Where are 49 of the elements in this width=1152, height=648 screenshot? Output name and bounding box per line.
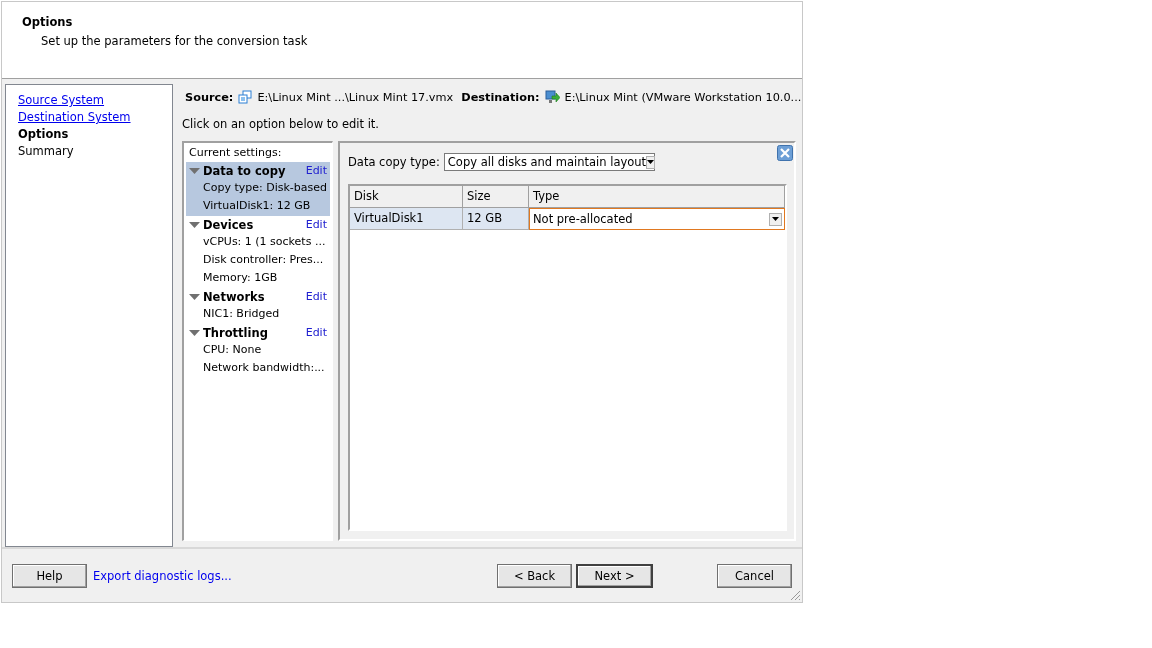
- page-subtitle: Set up the parameters for the conversion task: [40, 34, 309, 48]
- source-label: Source:: [185, 90, 234, 104]
- column-header[interactable]: Disk: [350, 186, 463, 208]
- edit-link[interactable]: Edit: [305, 163, 327, 179]
- setting-value: Memory: 1GB: [202, 270, 279, 286]
- setting-value: Disk controller: Pres...: [202, 252, 325, 268]
- edit-link[interactable]: Edit: [305, 289, 327, 305]
- destination-path: E:\Linux Mint (VMware Workstation 10.0...: [564, 90, 802, 104]
- group-title[interactable]: Networks: [203, 289, 306, 305]
- table-cell: VirtualDisk1: [350, 208, 463, 230]
- settings-heading: Current settings:: [188, 145, 282, 161]
- edit-link[interactable]: Edit: [305, 325, 327, 341]
- edit-link[interactable]: Edit: [305, 217, 327, 233]
- setting-value: NIC1: Bridged: [202, 306, 281, 322]
- wizard-step[interactable]: Summary: [18, 143, 74, 160]
- setting-value: CPU: None: [202, 342, 263, 358]
- column-header[interactable]: Size: [463, 186, 529, 208]
- dropdown-button[interactable]: [646, 155, 656, 169]
- setting-value: Network bandwidth:...: [202, 360, 326, 376]
- setting-value: vCPUs: 1 (1 sockets ...: [202, 234, 327, 250]
- caret-icon: [647, 160, 655, 164]
- wizard-step[interactable]: Options: [18, 126, 69, 143]
- next-button[interactable]: Next >: [576, 563, 653, 588]
- wizard-step[interactable]: Source System: [18, 92, 105, 109]
- monitor-arrow-icon: [544, 90, 560, 104]
- instruction-text: Click on an option below to edit it.: [182, 116, 380, 132]
- table-cell: 12 GB: [463, 208, 529, 230]
- type-dropdown[interactable]: Not pre-allocated: [529, 208, 785, 230]
- group-title[interactable]: Throttling: [203, 325, 306, 341]
- close-icon[interactable]: [777, 145, 793, 161]
- resize-grip-icon: [790, 590, 801, 601]
- source-path: E:\Linux Mint ...\Linux Mint 17.vmx: [257, 90, 454, 104]
- setting-value: VirtualDisk1: 12 GB: [202, 198, 312, 214]
- group-title[interactable]: Data to copy: [203, 163, 306, 179]
- back-button[interactable]: < Back: [497, 563, 572, 588]
- stacked-windows-icon: [238, 90, 253, 104]
- caret-icon: [772, 217, 779, 221]
- setting-value: Copy type: Disk-based: [202, 180, 328, 196]
- destination-label: Destination:: [461, 90, 540, 104]
- dropdown-button[interactable]: [769, 212, 782, 226]
- wizard-step[interactable]: Destination System: [18, 109, 131, 126]
- group-title[interactable]: Devices: [203, 217, 306, 233]
- page-title: Options: [22, 15, 73, 29]
- export-logs-link[interactable]: Export diagnostic logs...: [93, 568, 232, 583]
- help-button[interactable]: Help: [12, 563, 87, 588]
- column-header[interactable]: Type: [529, 186, 785, 208]
- cancel-button[interactable]: Cancel: [717, 563, 792, 588]
- copy-type-label: Data copy type:: [348, 155, 440, 169]
- copy-type-dropdown[interactable]: Copy all disks and maintain layout: [443, 153, 655, 171]
